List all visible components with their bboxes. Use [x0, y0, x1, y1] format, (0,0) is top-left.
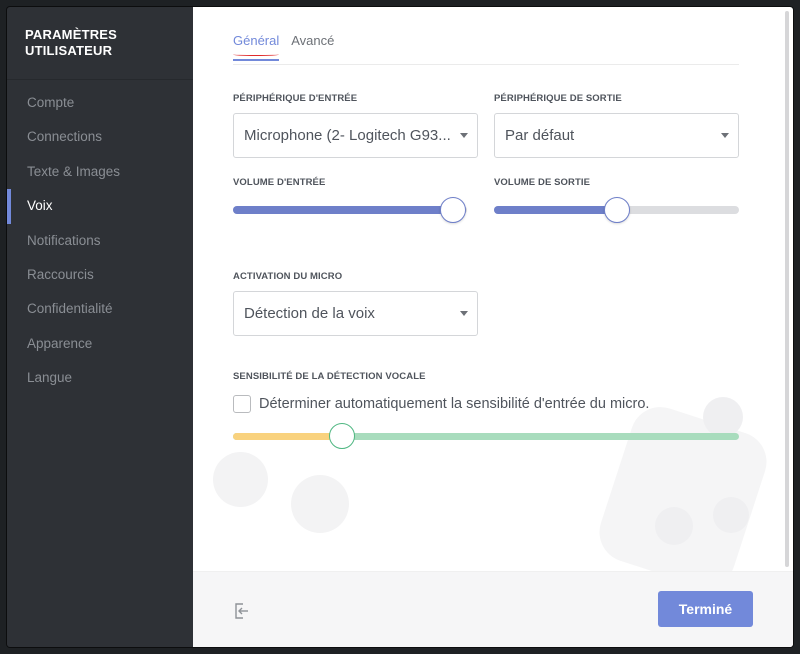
sidebar: PARAMÈTRES UTILISATEUR Compte Connection… [7, 7, 193, 647]
background-decoration [213, 452, 268, 507]
input-device-value: Microphone (2- Logitech G93... [244, 127, 451, 144]
sidebar-title-line2: UTILISATEUR [25, 43, 113, 58]
footer: Terminé [193, 571, 793, 647]
sidebar-title-line1: PARAMÈTRES [25, 27, 118, 42]
spellcheck-underline [233, 53, 280, 56]
output-volume-fill [494, 206, 617, 214]
sidebar-nav: Compte Connections Texte & Images Voix N… [7, 86, 193, 396]
chevron-down-icon [460, 133, 468, 138]
output-volume-label: VOLUME DE SORTIE [494, 177, 591, 188]
mic-activation-select[interactable]: Détection de la voix [233, 291, 478, 336]
sensitivity-label: SENSIBILITÉ DE LA DÉTECTION VOCALE [233, 371, 426, 382]
auto-sensitivity-label: Déterminer automatiquement la sensibilit… [259, 396, 650, 412]
scrollbar[interactable] [785, 11, 789, 567]
background-decoration [591, 399, 775, 571]
background-decoration [291, 475, 349, 533]
scroll-area: Général Avancé PÉRIPHÉRIQUE D'ENTRÉE Mic… [193, 7, 793, 571]
logout-icon[interactable] [233, 602, 251, 620]
sidebar-item-raccourcis[interactable]: Raccourcis [7, 258, 193, 292]
chevron-down-icon [721, 133, 729, 138]
done-button[interactable]: Terminé [658, 591, 753, 627]
sidebar-item-confidentialite[interactable]: Confidentialité [7, 292, 193, 326]
sensitivity-slider[interactable] [233, 423, 739, 449]
sidebar-title: PARAMÈTRES UTILISATEUR [7, 7, 193, 80]
sidebar-item-compte[interactable]: Compte [7, 86, 193, 120]
sensitivity-knob[interactable] [328, 423, 355, 449]
sidebar-item-voix[interactable]: Voix [7, 189, 193, 224]
sidebar-item-notifications[interactable]: Notifications [7, 224, 193, 258]
output-volume-slider[interactable] [494, 197, 739, 223]
input-volume-slider[interactable] [233, 197, 467, 223]
sidebar-item-texte-images[interactable]: Texte & Images [7, 155, 193, 189]
input-device-label: PÉRIPHÉRIQUE D'ENTRÉE [233, 93, 358, 104]
tab-general-label: Général [233, 33, 280, 48]
background-decoration [655, 507, 693, 545]
chevron-down-icon [460, 311, 468, 316]
mic-activation-value: Détection de la voix [244, 305, 375, 322]
input-volume-knob[interactable] [439, 197, 466, 223]
sidebar-item-langue[interactable]: Langue [7, 361, 193, 395]
settings-content: Général Avancé PÉRIPHÉRIQUE D'ENTRÉE Mic… [193, 7, 793, 647]
output-device-label: PÉRIPHÉRIQUE DE SORTIE [494, 93, 622, 104]
tab-avance[interactable]: Avancé [291, 33, 334, 53]
sidebar-item-apparence[interactable]: Apparence [7, 327, 193, 361]
sensitivity-fill [233, 433, 342, 440]
background-decoration [713, 497, 749, 533]
output-device-value: Par défaut [505, 127, 575, 144]
input-volume-fill [233, 206, 453, 214]
output-volume-knob[interactable] [603, 197, 630, 223]
user-settings-modal: PARAMÈTRES UTILISATEUR Compte Connection… [7, 7, 793, 647]
auto-sensitivity-checkbox[interactable] [233, 395, 251, 413]
auto-sensitivity-row[interactable]: Déterminer automatiquement la sensibilit… [233, 395, 649, 413]
mic-activation-label: ACTIVATION DU MICRO [233, 271, 343, 282]
sidebar-item-connections[interactable]: Connections [7, 120, 193, 154]
input-device-select[interactable]: Microphone (2- Logitech G93... [233, 113, 478, 158]
input-volume-label: VOLUME D'ENTRÉE [233, 177, 326, 188]
tab-general[interactable]: Général [233, 33, 280, 61]
output-device-select[interactable]: Par défaut [494, 113, 739, 158]
background-decoration [703, 397, 743, 437]
tab-bar: Général Avancé [233, 33, 739, 65]
